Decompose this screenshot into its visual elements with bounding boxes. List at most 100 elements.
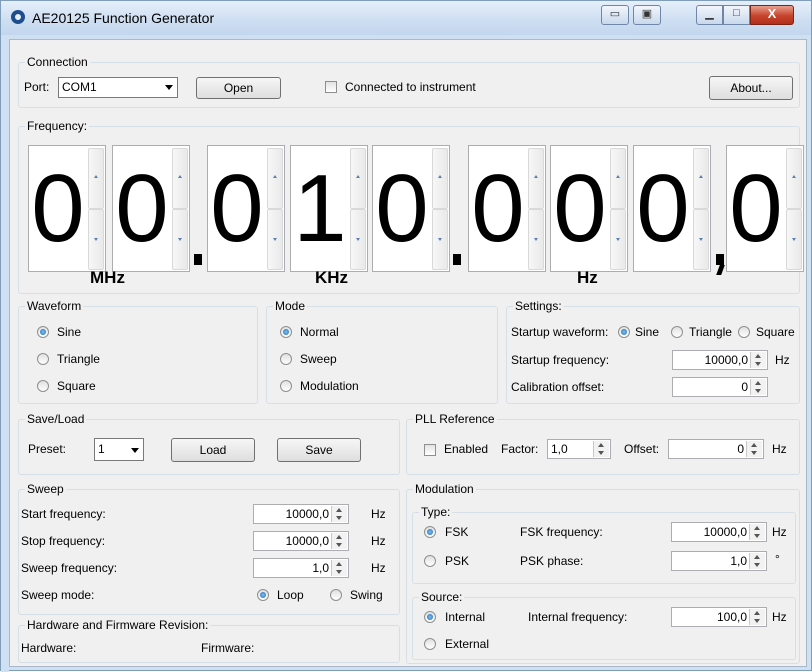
psk-phase-input[interactable]: 1,0: [671, 551, 767, 571]
sweep-group: Sweep Start frequency: 10000,0 Hz Stop f…: [18, 482, 400, 615]
startup-triangle-radio[interactable]: [671, 326, 683, 338]
spinner-icon[interactable]: [593, 441, 609, 457]
startup-frequency-input[interactable]: 10000,0: [672, 350, 768, 370]
hardware-label: Hardware:: [21, 641, 77, 655]
startup-square-radio[interactable]: [738, 326, 750, 338]
dock-icon[interactable]: ▭: [601, 5, 629, 25]
spinner-icon[interactable]: [331, 506, 347, 522]
save-button[interactable]: Save: [277, 438, 361, 462]
mode-modulation-label: Modulation: [300, 379, 359, 393]
pll-offset-label: Offset:: [624, 442, 660, 456]
waveform-square-radio[interactable]: [37, 380, 49, 392]
connected-checkbox[interactable]: [325, 81, 337, 93]
waveform-group: Waveform Sine Triangle Square: [18, 299, 258, 404]
sweep-frequency-unit: Hz: [371, 561, 386, 575]
open-button[interactable]: Open: [196, 77, 281, 99]
unit-hz: Hz: [577, 268, 598, 287]
up-arrow-icon[interactable]: [172, 148, 188, 209]
group-label: Source:: [419, 590, 465, 604]
preset-label: Preset:: [28, 442, 67, 456]
pll-enabled-checkbox[interactable]: [424, 444, 436, 456]
down-arrow-icon[interactable]: [610, 209, 626, 270]
digit-1[interactable]: 0: [28, 145, 106, 272]
decimal-separator: [194, 254, 202, 265]
up-arrow-icon[interactable]: [88, 148, 104, 209]
down-arrow-icon[interactable]: [350, 209, 366, 270]
mode-modulation-radio[interactable]: [280, 380, 292, 392]
spinner-icon[interactable]: [746, 441, 762, 457]
up-arrow-icon[interactable]: [350, 148, 366, 209]
maximize-button[interactable]: □: [723, 5, 750, 25]
type-fsk-radio[interactable]: [424, 526, 436, 538]
fsk-frequency-unit: Hz: [772, 525, 787, 539]
digit-8[interactable]: 0: [633, 145, 711, 272]
waveform-sine-radio[interactable]: [37, 326, 49, 338]
up-arrow-icon[interactable]: [693, 148, 709, 209]
spinner-icon[interactable]: [750, 379, 766, 395]
start-frequency-value: 10000,0: [285, 507, 329, 521]
pll-offset-input[interactable]: 0: [668, 439, 764, 459]
mode-sweep-radio[interactable]: [280, 353, 292, 365]
down-arrow-icon[interactable]: [786, 209, 802, 270]
down-arrow-icon[interactable]: [528, 209, 544, 270]
mode-normal-radio[interactable]: [280, 326, 292, 338]
mode-normal-label: Normal: [300, 325, 339, 339]
digit-7[interactable]: 0: [550, 145, 628, 272]
internal-frequency-value: 100,0: [716, 610, 747, 624]
down-arrow-icon[interactable]: [267, 209, 283, 270]
close-button[interactable]: X: [750, 5, 794, 25]
about-button[interactable]: About...: [709, 76, 793, 100]
pll-factor-value: 1,0: [551, 442, 568, 456]
fsk-frequency-label: FSK frequency:: [520, 525, 603, 539]
group-label: Frequency:: [25, 119, 90, 133]
spinner-icon[interactable]: [331, 560, 347, 576]
digit-spinner: [267, 147, 283, 270]
digit-4[interactable]: 1: [290, 145, 368, 272]
calibration-offset-input[interactable]: 0: [672, 377, 768, 397]
waveform-triangle-radio[interactable]: [37, 353, 49, 365]
down-arrow-icon[interactable]: [172, 209, 188, 270]
stop-frequency-label: Stop frequency:: [21, 534, 106, 548]
stop-frequency-input[interactable]: 10000,0: [253, 531, 349, 551]
spinner-icon[interactable]: [749, 609, 765, 625]
digit-3[interactable]: 0: [207, 145, 285, 272]
digit-9[interactable]: 0: [726, 145, 804, 272]
down-arrow-icon[interactable]: [432, 209, 448, 270]
minimize-button[interactable]: ▁: [696, 5, 723, 25]
startup-sine-radio[interactable]: [618, 326, 630, 338]
start-frequency-input[interactable]: 10000,0: [253, 504, 349, 524]
up-arrow-icon[interactable]: [786, 148, 802, 209]
down-arrow-icon[interactable]: [693, 209, 709, 270]
internal-frequency-input[interactable]: 100,0: [671, 607, 767, 627]
down-arrow-icon[interactable]: [88, 209, 104, 270]
up-arrow-icon[interactable]: [267, 148, 283, 209]
sweep-mode-label: Sweep mode:: [21, 588, 95, 602]
source-external-radio[interactable]: [424, 638, 436, 650]
sweep-mode-swing-radio[interactable]: [330, 589, 342, 601]
up-arrow-icon[interactable]: [528, 148, 544, 209]
undock-icon[interactable]: ▣: [633, 5, 661, 25]
source-internal-radio[interactable]: [424, 611, 436, 623]
port-select[interactable]: COM1: [58, 77, 178, 98]
sweep-mode-loop-radio[interactable]: [257, 589, 269, 601]
up-arrow-icon[interactable]: [610, 148, 626, 209]
digit-2[interactable]: 0: [112, 145, 190, 272]
up-arrow-icon[interactable]: [432, 148, 448, 209]
digit-5[interactable]: 0: [372, 145, 450, 272]
digit-value: 0: [375, 155, 429, 262]
spinner-icon[interactable]: [331, 533, 347, 549]
sweep-frequency-input[interactable]: 1,0: [253, 558, 349, 578]
spinner-icon[interactable]: [749, 553, 765, 569]
fsk-frequency-input[interactable]: 10000,0: [671, 522, 767, 542]
group-label: Waveform: [25, 299, 84, 313]
pll-factor-input[interactable]: 1,0: [547, 439, 611, 459]
spinner-icon[interactable]: [750, 352, 766, 368]
preset-select[interactable]: 1: [94, 438, 144, 461]
group-label: Type:: [419, 505, 453, 519]
title-bar[interactable]: AE20125 Function Generator ▭ ▣ ▁ □ X: [1, 1, 811, 35]
digit-6[interactable]: 0: [468, 145, 546, 272]
type-psk-radio[interactable]: [424, 555, 436, 567]
spinner-icon[interactable]: [749, 524, 765, 540]
psk-phase-unit: °: [775, 552, 780, 566]
load-button[interactable]: Load: [171, 438, 255, 462]
